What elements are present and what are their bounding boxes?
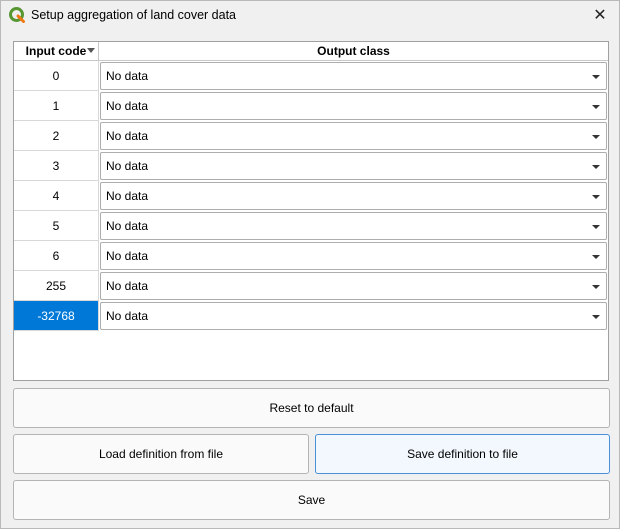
output-class-dropdown[interactable]: No data (100, 212, 607, 240)
chevron-down-icon (592, 255, 600, 259)
table-row[interactable]: -32768 No data (14, 301, 608, 331)
input-code-cell[interactable]: 3 (14, 151, 99, 181)
output-class-dropdown[interactable]: No data (100, 152, 607, 180)
table-row[interactable]: 6 No data (14, 241, 608, 271)
qgis-icon (9, 7, 25, 23)
input-code-cell[interactable]: 255 (14, 271, 99, 301)
chevron-down-icon (592, 75, 600, 79)
output-class-cell: No data (99, 181, 608, 211)
output-class-dropdown[interactable]: No data (100, 182, 607, 210)
dialog-window: Setup aggregation of land cover data ✕ I… (0, 0, 620, 529)
dropdown-selected-value: No data (106, 309, 149, 323)
dropdown-selected-value: No data (106, 159, 149, 173)
output-class-cell: No data (99, 211, 608, 241)
output-class-cell: No data (99, 151, 608, 181)
input-code-cell[interactable]: 5 (14, 211, 99, 241)
output-class-dropdown[interactable]: No data (100, 62, 607, 90)
column-header-label: Input code (25, 44, 87, 58)
close-icon[interactable]: ✕ (589, 5, 611, 27)
dropdown-selected-value: No data (106, 219, 149, 233)
window-title: Setup aggregation of land cover data (31, 8, 237, 22)
save-button[interactable]: Save (13, 480, 610, 520)
chevron-down-icon (592, 135, 600, 139)
aggregation-table: Input code Output class 0 No data 1 No data… (13, 41, 609, 381)
dropdown-selected-value: No data (106, 99, 149, 113)
column-header-output-class[interactable]: Output class (99, 42, 608, 60)
output-class-cell: No data (99, 121, 608, 151)
table-row[interactable]: 5 No data (14, 211, 608, 241)
input-code-cell[interactable]: 6 (14, 241, 99, 271)
output-class-dropdown[interactable]: No data (100, 302, 607, 330)
table-row[interactable]: 255 No data (14, 271, 608, 301)
table-row[interactable]: 4 No data (14, 181, 608, 211)
column-header-input-code[interactable]: Input code (14, 42, 99, 60)
dropdown-selected-value: No data (106, 249, 149, 263)
title-bar: Setup aggregation of land cover data ✕ (1, 1, 619, 31)
chevron-down-icon (592, 195, 600, 199)
sort-descending-icon (87, 48, 95, 53)
load-definition-button[interactable]: Load definition from file (13, 434, 309, 474)
chevron-down-icon (592, 315, 600, 319)
input-code-cell[interactable]: -32768 (14, 301, 99, 331)
chevron-down-icon (592, 285, 600, 289)
table-row[interactable]: 0 No data (14, 61, 608, 91)
chevron-down-icon (592, 105, 600, 109)
table-body: 0 No data 1 No data 2 No data 3 No data 4 No data… (14, 61, 608, 331)
reset-to-default-button[interactable]: Reset to default (13, 388, 610, 428)
table-row[interactable]: 2 No data (14, 121, 608, 151)
column-header-label: Output class (317, 44, 390, 58)
dropdown-selected-value: No data (106, 189, 149, 203)
output-class-cell: No data (99, 271, 608, 301)
output-class-dropdown[interactable]: No data (100, 242, 607, 270)
input-code-cell[interactable]: 1 (14, 91, 99, 121)
input-code-cell[interactable]: 0 (14, 61, 99, 91)
save-definition-button[interactable]: Save definition to file (315, 434, 610, 474)
dropdown-selected-value: No data (106, 69, 149, 83)
input-code-cell[interactable]: 2 (14, 121, 99, 151)
output-class-dropdown[interactable]: No data (100, 272, 607, 300)
output-class-cell: No data (99, 61, 608, 91)
dropdown-selected-value: No data (106, 129, 149, 143)
output-class-cell: No data (99, 241, 608, 271)
chevron-down-icon (592, 225, 600, 229)
table-row[interactable]: 3 No data (14, 151, 608, 181)
chevron-down-icon (592, 165, 600, 169)
output-class-cell: No data (99, 91, 608, 121)
input-code-cell[interactable]: 4 (14, 181, 99, 211)
table-row[interactable]: 1 No data (14, 91, 608, 121)
output-class-cell: No data (99, 301, 608, 331)
output-class-dropdown[interactable]: No data (100, 122, 607, 150)
output-class-dropdown[interactable]: No data (100, 92, 607, 120)
table-header: Input code Output class (14, 42, 608, 61)
dropdown-selected-value: No data (106, 279, 149, 293)
